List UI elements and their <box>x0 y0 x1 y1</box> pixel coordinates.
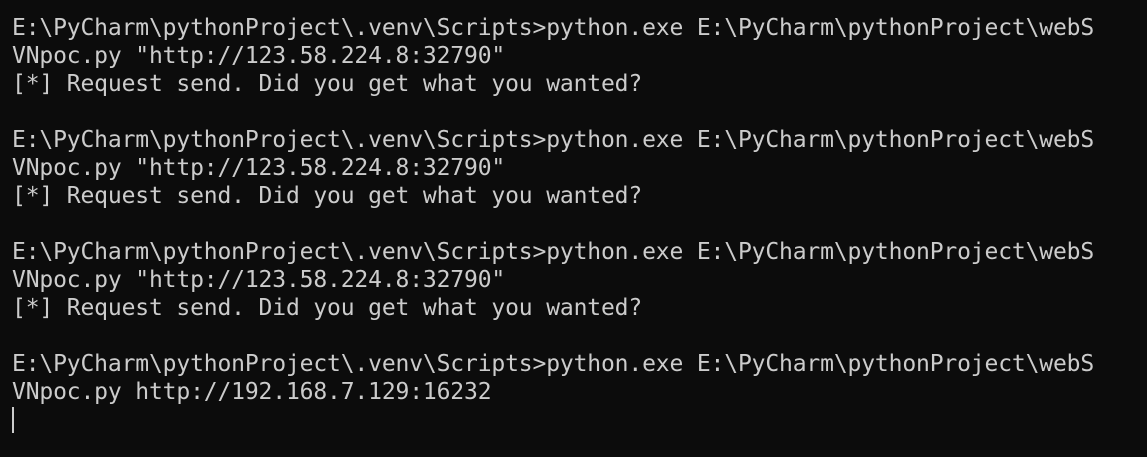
command-line: E:\PyCharm\pythonProject\.venv\Scripts>p… <box>12 239 1095 265</box>
output-line: [*] Request send. Did you get what you w… <box>12 295 643 321</box>
command-line-continuation: VNpoc.py "http://123.58.224.8:32790" <box>12 267 506 293</box>
output-line: [*] Request send. Did you get what you w… <box>12 71 643 97</box>
command-line: E:\PyCharm\pythonProject\.venv\Scripts>p… <box>12 15 1095 41</box>
output-line: [*] Request send. Did you get what you w… <box>12 183 643 209</box>
command-line-continuation: VNpoc.py "http://123.58.224.8:32790" <box>12 155 506 181</box>
command-line-continuation: VNpoc.py http://192.168.7.129:16232 <box>12 379 492 405</box>
command-line-continuation: VNpoc.py "http://123.58.224.8:32790" <box>12 43 506 69</box>
text-cursor <box>12 407 14 433</box>
command-line: E:\PyCharm\pythonProject\.venv\Scripts>p… <box>12 351 1095 377</box>
input-line[interactable] <box>12 406 1147 434</box>
command-line: E:\PyCharm\pythonProject\.venv\Scripts>p… <box>12 127 1095 153</box>
terminal-window[interactable]: E:\PyCharm\pythonProject\.venv\Scripts>p… <box>0 0 1147 457</box>
